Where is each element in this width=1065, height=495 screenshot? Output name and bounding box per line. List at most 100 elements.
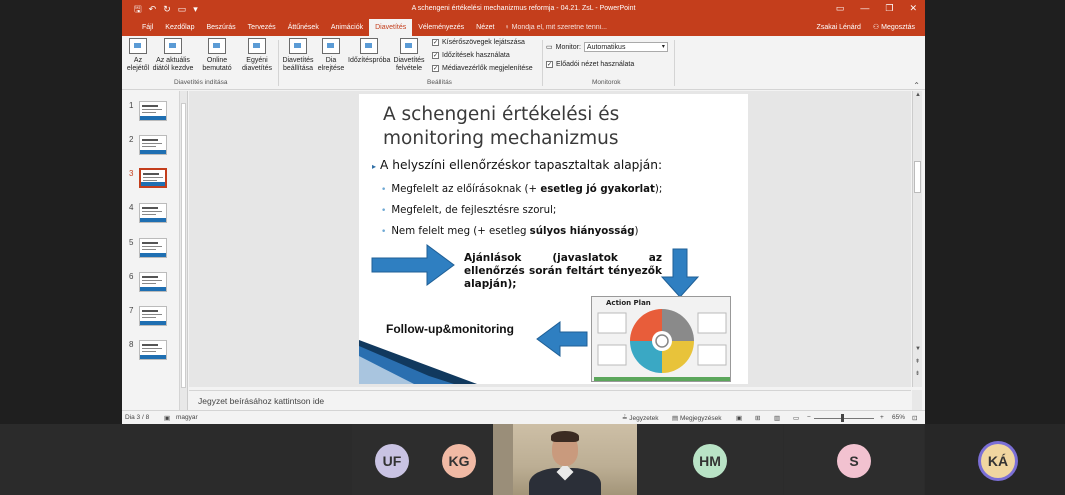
- notes-placeholder: Jegyzet beírásához kattintson ide: [198, 396, 325, 406]
- next-slide-icon[interactable]: ⇟: [915, 370, 920, 377]
- zoom-in-icon[interactable]: +: [880, 414, 884, 421]
- checkbox-checked-icon: ✓: [432, 39, 439, 46]
- participant-avatar-hm[interactable]: HM: [693, 444, 727, 478]
- current-slide[interactable]: A schengeni értékelési és monitoring mec…: [359, 94, 748, 384]
- slide-number: 5: [129, 238, 134, 247]
- tab-file[interactable]: Fájl: [136, 19, 159, 36]
- tab-review[interactable]: Véleményezés: [412, 19, 470, 36]
- minimize-icon[interactable]: —: [860, 3, 869, 14]
- record-slideshow-button[interactable]: Diavetítés felvétele: [390, 38, 428, 73]
- slide-thumbnail[interactable]: [139, 101, 167, 121]
- record-icon: [400, 38, 418, 54]
- rehearse-timings-button[interactable]: Időzítéspróba: [348, 38, 390, 65]
- narrations-checkbox[interactable]: ✓ Kísérőszövegek lejátszása: [432, 39, 525, 46]
- slide-number: 8: [129, 340, 134, 349]
- screen: 🖫 ↶ ↻ ▭ ▾ A schengeni értékelési mechani…: [0, 0, 1065, 495]
- recommendations-text[interactable]: Ajánlások (javaslatok az ellenőrzés sorá…: [464, 252, 662, 291]
- action-plan-graphic: [594, 309, 730, 381]
- slide-number: 6: [129, 272, 134, 281]
- scrollbar-thumb[interactable]: [181, 103, 186, 388]
- share-button[interactable]: ⚇ Megosztás: [873, 19, 915, 36]
- scroll-up-icon[interactable]: ▲: [915, 92, 921, 98]
- slide-thumbnail[interactable]: [139, 340, 167, 360]
- tab-home[interactable]: Kezdőlap: [159, 19, 200, 36]
- window-controls: ▭ — ❐ ✕: [836, 3, 917, 14]
- follow-up-text[interactable]: Follow-up&monitoring: [386, 322, 514, 336]
- tab-slideshow[interactable]: Diavetítés: [369, 19, 413, 36]
- spellcheck-icon[interactable]: ▣: [164, 414, 170, 422]
- participant-avatar-kg[interactable]: KG: [442, 444, 476, 478]
- tab-animations[interactable]: Animációk: [325, 19, 369, 36]
- tell-me-box[interactable]: ♀ Mondja el, mit szeretne tenni...: [500, 19, 611, 36]
- comments-toggle-button[interactable]: ▤ Megjegyzések: [672, 414, 722, 422]
- participant-avatar-uf[interactable]: UF: [375, 444, 409, 478]
- slide-thumbnail[interactable]: [139, 306, 167, 326]
- slide-sorter-icon[interactable]: ⊞: [755, 414, 760, 422]
- slide-scrollbar[interactable]: ▲ ▼ ⇞ ⇟: [912, 91, 922, 387]
- online-present-button[interactable]: Online bemutató: [198, 38, 236, 73]
- thumbnail-scrollbar[interactable]: [180, 91, 188, 410]
- checkbox-checked-icon: ✓: [432, 65, 439, 72]
- zoom-level[interactable]: 65%: [892, 414, 905, 421]
- tab-view[interactable]: Nézet: [470, 19, 500, 36]
- checkbox-checked-icon: ✓: [546, 61, 553, 68]
- action-plan-image[interactable]: Action Plan: [591, 296, 731, 382]
- notes-scrollbar[interactable]: [912, 390, 922, 410]
- slide-number: 4: [129, 203, 134, 212]
- slide-counter: Dia 3 / 8: [125, 414, 150, 421]
- monitor-icon: ▭: [546, 44, 553, 51]
- video-person-hair: [551, 431, 579, 442]
- zoom-slider-knob[interactable]: [841, 414, 844, 422]
- media-controls-checkbox[interactable]: ✓ Médiavezérlők megjelenítése: [432, 65, 533, 72]
- slideshow-view-icon[interactable]: ▭: [793, 414, 799, 422]
- slide-thumbnail-active[interactable]: [139, 168, 167, 188]
- slideshow-current-icon: [164, 38, 182, 54]
- custom-slideshow-button[interactable]: Egyéni diavetítés: [238, 38, 276, 73]
- powerpoint-window: 🖫 ↶ ↻ ▭ ▾ A schengeni értékelési mechani…: [122, 0, 925, 424]
- video-background: [493, 424, 513, 495]
- timings-checkbox[interactable]: ✓ Időzítések használata: [432, 52, 510, 59]
- tab-transitions[interactable]: Áttűnések: [282, 19, 325, 36]
- fit-slide-icon[interactable]: ⊡: [912, 414, 917, 422]
- slide-thumbnail[interactable]: [139, 238, 167, 258]
- slide-number: 7: [129, 306, 134, 315]
- scrollbar-thumb[interactable]: [914, 161, 921, 193]
- ribbon-display-icon[interactable]: ▭: [836, 3, 845, 14]
- user-name[interactable]: Zsakai Lénárd: [817, 19, 861, 36]
- normal-view-icon[interactable]: ▣: [736, 414, 742, 422]
- user-area: Zsakai Lénárd ⚇ Megosztás: [817, 19, 915, 36]
- ribbon-separator: [278, 40, 279, 86]
- collapse-ribbon-icon[interactable]: ⌃: [913, 81, 920, 90]
- zoom-out-icon[interactable]: −: [807, 414, 811, 421]
- slide-thumbnail[interactable]: [139, 135, 167, 155]
- participant-video-feed[interactable]: [493, 424, 637, 495]
- slide-thumbnail[interactable]: [139, 203, 167, 223]
- from-start-button[interactable]: Az elejétől: [124, 38, 152, 73]
- setup-slideshow-button[interactable]: Diavetítés beállítása: [280, 38, 316, 73]
- participant-avatar-ka-speaking[interactable]: KÁ: [981, 444, 1015, 478]
- slide-thumbnail[interactable]: [139, 272, 167, 292]
- language-indicator[interactable]: magyar: [176, 414, 198, 421]
- title-bar: 🖫 ↶ ↻ ▭ ▾ A schengeni értékelési mechani…: [122, 0, 925, 19]
- reading-view-icon[interactable]: ▥: [774, 414, 780, 422]
- presenter-view-checkbox[interactable]: ✓ Előadói nézet használata: [546, 61, 634, 68]
- tab-design[interactable]: Tervezés: [242, 19, 282, 36]
- notes-toggle-button[interactable]: ≟ Jegyzetek: [622, 414, 659, 422]
- close-icon[interactable]: ✕: [909, 3, 917, 14]
- from-current-button[interactable]: Az aktuális diától kezdve: [152, 38, 194, 73]
- zoom-slider[interactable]: [814, 418, 874, 419]
- maximize-icon[interactable]: ❐: [885, 3, 893, 14]
- participant-avatar-s[interactable]: S: [837, 444, 871, 478]
- monitor-select[interactable]: Automatikus: [583, 42, 668, 52]
- scroll-down-icon[interactable]: ▼: [915, 346, 921, 352]
- status-bar: Dia 3 / 8 ▣ magyar ≟ Jegyzetek ▤ Megjegy…: [122, 410, 925, 424]
- previous-slide-icon[interactable]: ⇞: [915, 358, 920, 365]
- ribbon-separator: [674, 40, 675, 86]
- tab-insert[interactable]: Beszúrás: [200, 19, 241, 36]
- slide-editing-area: A schengeni értékelési és monitoring mec…: [189, 91, 911, 387]
- comment-icon: ▤: [672, 415, 680, 422]
- custom-slideshow-icon: [248, 38, 266, 54]
- hide-slide-button[interactable]: Dia elrejtése: [316, 38, 346, 73]
- slide-thumbnail-pane: 1 2 3 4 5 6 7 8: [122, 91, 180, 410]
- notes-pane[interactable]: Jegyzet beírásához kattintson ide: [189, 390, 911, 410]
